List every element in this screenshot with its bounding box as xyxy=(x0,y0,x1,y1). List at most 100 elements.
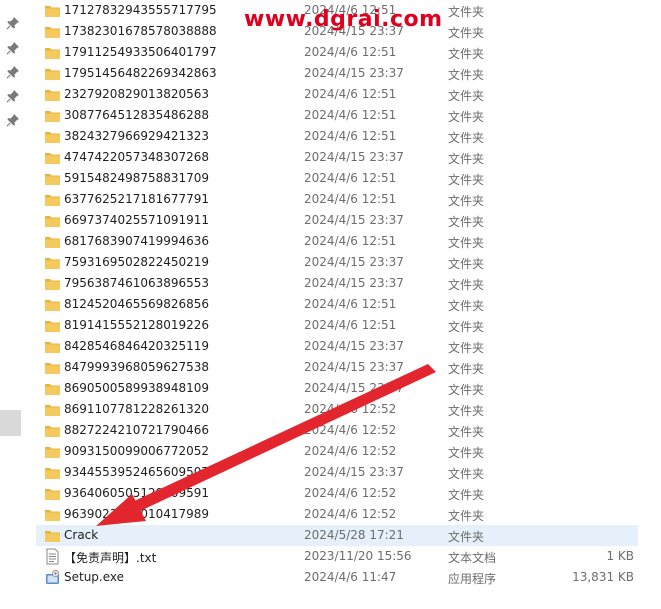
file-name: 【免责声明】.txt xyxy=(64,551,157,565)
file-name: 5915482498758831709 xyxy=(64,171,210,185)
folder-icon xyxy=(44,401,61,418)
file-row[interactable]: 4747422057348307268 2024/4/15 23:37 文件夹 xyxy=(36,147,638,168)
nav-pane-scroll-thumb[interactable] xyxy=(0,410,21,436)
file-row[interactable]: 9639023817010417989 2024/4/6 12:52 文件夹 xyxy=(36,504,638,525)
folder-icon xyxy=(44,275,61,292)
file-row[interactable]: 5915482498758831709 2024/4/6 12:51 文件夹 xyxy=(36,168,638,189)
folder-icon xyxy=(44,86,61,103)
file-row[interactable]: 8479993968059627538 2024/4/15 23:37 文件夹 xyxy=(36,357,638,378)
folder-icon xyxy=(44,464,61,481)
file-name: Setup.exe xyxy=(64,570,125,584)
file-row[interactable]: 2327920829013820563 2024/4/6 12:51 文件夹 xyxy=(36,84,638,105)
file-name: 17951456482269342863 xyxy=(64,66,217,80)
file-row[interactable]: 17951456482269342863 2024/4/15 23:37 文件夹 xyxy=(36,63,638,84)
file-row[interactable]: 6817683907419994636 2024/4/6 12:51 文件夹 xyxy=(36,231,638,252)
file-date-modified: 2024/4/15 23:37 xyxy=(304,66,404,80)
file-date-modified: 2024/4/6 12:52 xyxy=(304,402,397,416)
folder-icon xyxy=(44,233,61,250)
folder-icon xyxy=(44,338,61,355)
file-row[interactable]: 3824327966929421323 2024/4/6 12:51 文件夹 xyxy=(36,126,638,147)
setup-exe-icon xyxy=(44,569,61,586)
folder-icon xyxy=(44,23,61,40)
file-name: 6697374025571091911 xyxy=(64,213,210,227)
pin-icon[interactable] xyxy=(6,113,20,127)
file-date-modified: 2024/4/15 23:37 xyxy=(304,150,404,164)
file-row[interactable]: 7956387461063896553 2024/4/15 23:37 文件夹 xyxy=(36,273,638,294)
pin-icon[interactable] xyxy=(6,16,20,30)
file-name: 7956387461063896553 xyxy=(64,276,210,290)
file-row[interactable]: 9344553952465609507 2024/4/15 23:37 文件夹 xyxy=(36,462,638,483)
pin-icon[interactable] xyxy=(6,89,20,103)
file-date-modified: 2024/4/6 12:51 xyxy=(304,192,397,206)
file-name: 8827224210721790466 xyxy=(64,423,210,437)
folder-icon xyxy=(44,2,61,19)
file-type: 文本文档 xyxy=(448,551,497,565)
file-date-modified: 2024/5/28 17:21 xyxy=(304,528,404,542)
file-type: 文件夹 xyxy=(448,446,485,460)
folder-icon xyxy=(44,380,61,397)
file-name: 2327920829013820563 xyxy=(64,87,210,101)
file-name: Crack xyxy=(64,528,99,542)
folder-icon xyxy=(44,44,61,61)
file-name: 6817683907419994636 xyxy=(64,234,210,248)
file-type: 文件夹 xyxy=(448,236,485,250)
file-date-modified: 2024/4/15 23:37 xyxy=(304,465,404,479)
folder-icon xyxy=(44,296,61,313)
file-date-modified: 2024/4/6 12:51 xyxy=(304,234,397,248)
file-name: 6377625217181677791 xyxy=(64,192,210,206)
file-name: 17911254933506401797 xyxy=(64,45,217,59)
file-row[interactable]: 6697374025571091911 2024/4/15 23:37 文件夹 xyxy=(36,210,638,231)
pin-icon[interactable] xyxy=(6,41,20,55)
file-type: 文件夹 xyxy=(448,152,485,166)
file-name: 8191415552128019226 xyxy=(64,318,210,332)
file-row[interactable]: 8690500589938948109 2024/4/15 23:37 文件夹 xyxy=(36,378,638,399)
folder-icon xyxy=(44,191,61,208)
pin-icon[interactable] xyxy=(6,65,20,79)
folder-icon xyxy=(44,422,61,439)
file-name: 9344553952465609507 xyxy=(64,465,210,479)
file-name: 3824327966929421323 xyxy=(64,129,210,143)
file-row[interactable]: 8691107781228261320 2024/4/6 12:52 文件夹 xyxy=(36,399,638,420)
file-date-modified: 2024/4/6 12:51 xyxy=(304,129,397,143)
file-row[interactable]: 17911254933506401797 2024/4/6 12:51 文件夹 xyxy=(36,42,638,63)
file-name: 9093150099006772052 xyxy=(64,444,210,458)
file-type: 文件夹 xyxy=(448,467,485,481)
file-size: 13,831 KB xyxy=(572,570,634,584)
file-name: 3087764512835486288 xyxy=(64,108,210,122)
file-row[interactable]: 【免责声明】.txt 2023/11/20 15:56 文本文档 1 KB xyxy=(36,546,638,567)
folder-icon xyxy=(44,65,61,82)
file-date-modified: 2024/4/6 12:52 xyxy=(304,423,397,437)
file-row[interactable]: 3087764512835486288 2024/4/6 12:51 文件夹 xyxy=(36,105,638,126)
file-row[interactable]: 8191415552128019226 2024/4/6 12:51 文件夹 xyxy=(36,315,638,336)
folder-icon xyxy=(44,149,61,166)
file-row[interactable]: 8428546846420325119 2024/4/15 23:37 文件夹 xyxy=(36,336,638,357)
file-date-modified: 2023/11/20 15:56 xyxy=(304,549,412,563)
file-type: 应用程序 xyxy=(448,572,497,586)
file-name: 9364060505129609591 xyxy=(64,486,210,500)
file-row[interactable]: 6377625217181677791 2024/4/6 12:51 文件夹 xyxy=(36,189,638,210)
file-type: 文件夹 xyxy=(448,47,485,61)
file-date-modified: 2024/4/15 23:37 xyxy=(304,213,404,227)
file-row[interactable]: 9093150099006772052 2024/4/6 12:52 文件夹 xyxy=(36,441,638,462)
file-row[interactable]: Setup.exe 2024/4/6 11:47 应用程序 13,831 KB xyxy=(36,567,638,588)
file-type: 文件夹 xyxy=(448,509,485,523)
file-type: 文件夹 xyxy=(448,530,485,544)
file-name: 8479993968059627538 xyxy=(64,360,210,374)
file-name: 7593169502822450219 xyxy=(64,255,210,269)
file-type: 文件夹 xyxy=(448,110,485,124)
file-date-modified: 2024/4/6 12:52 xyxy=(304,444,397,458)
file-date-modified: 2024/4/6 12:51 xyxy=(304,45,397,59)
file-date-modified: 2024/4/6 11:47 xyxy=(304,570,397,584)
file-name: 9639023817010417989 xyxy=(64,507,210,521)
file-type: 文件夹 xyxy=(448,383,485,397)
file-row[interactable]: 8827224210721790466 2024/4/6 12:52 文件夹 xyxy=(36,420,638,441)
file-name: 8691107781228261320 xyxy=(64,402,210,416)
file-row[interactable]: 9364060505129609591 2024/4/6 12:52 文件夹 xyxy=(36,483,638,504)
file-row[interactable]: 8124520465569826856 2024/4/6 12:51 文件夹 xyxy=(36,294,638,315)
file-row[interactable]: Crack 2024/5/28 17:21 文件夹 xyxy=(36,525,638,546)
folder-icon xyxy=(44,107,61,124)
file-name: 8124520465569826856 xyxy=(64,297,210,311)
file-date-modified: 2024/4/6 12:51 xyxy=(304,171,397,185)
file-type: 文件夹 xyxy=(448,278,485,292)
file-row[interactable]: 7593169502822450219 2024/4/15 23:37 文件夹 xyxy=(36,252,638,273)
